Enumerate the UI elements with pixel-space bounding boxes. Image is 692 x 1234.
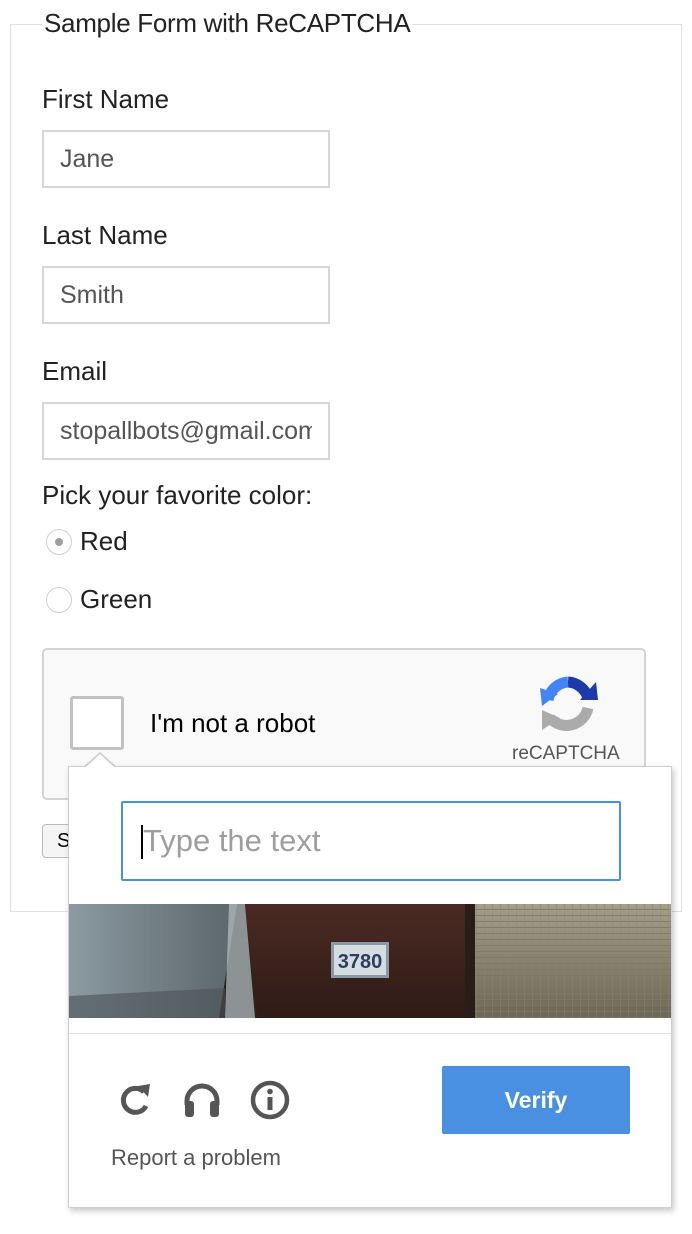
first-name-input[interactable] xyxy=(42,130,330,188)
recaptcha-logo-icon xyxy=(540,676,598,731)
captcha-image: 3780 xyxy=(69,904,671,1018)
captcha-photo: 3780 xyxy=(69,904,671,1018)
first-name-label: First Name xyxy=(42,84,170,114)
last-name-label: Last Name xyxy=(42,220,168,250)
radio-green[interactable] xyxy=(46,586,72,613)
captcha-text-input[interactable] xyxy=(121,801,621,881)
recaptcha-checkbox[interactable] xyxy=(70,696,124,750)
verify-button[interactable]: Verify xyxy=(442,1066,630,1134)
radio-red[interactable] xyxy=(46,528,72,555)
recaptcha-brand: reCAPTCHA xyxy=(512,743,620,764)
radio-selected-dot xyxy=(55,537,63,546)
radio-label-green: Green xyxy=(80,584,153,614)
report-problem-link[interactable]: Report a problem xyxy=(111,1145,281,1171)
headphones-icon xyxy=(184,1083,220,1117)
captcha-image-text: 3780 xyxy=(338,951,383,973)
captcha-challenge-popup: 3780 Report a problem Verify xyxy=(68,766,672,1208)
radio-option-green[interactable]: Green xyxy=(46,584,152,615)
email-label: Email xyxy=(42,356,108,386)
popup-divider xyxy=(69,1033,671,1034)
refresh-button[interactable] xyxy=(111,1077,157,1123)
form-legend: Sample Form with ReCAPTCHA xyxy=(42,8,413,39)
refresh-icon xyxy=(120,1084,150,1115)
last-name-input[interactable] xyxy=(42,266,330,324)
audio-button[interactable] xyxy=(179,1077,225,1123)
recaptcha-checkbox-label: I'm not a robot xyxy=(150,708,316,738)
radio-option-red[interactable]: Red xyxy=(46,526,128,557)
popup-pointer-fill xyxy=(86,754,114,767)
color-question-label: Pick your favorite color: xyxy=(42,480,313,510)
info-icon xyxy=(250,1080,290,1120)
email-input[interactable] xyxy=(42,402,330,460)
radio-label-red: Red xyxy=(80,526,128,556)
info-button[interactable] xyxy=(247,1077,293,1123)
text-caret xyxy=(141,825,143,859)
